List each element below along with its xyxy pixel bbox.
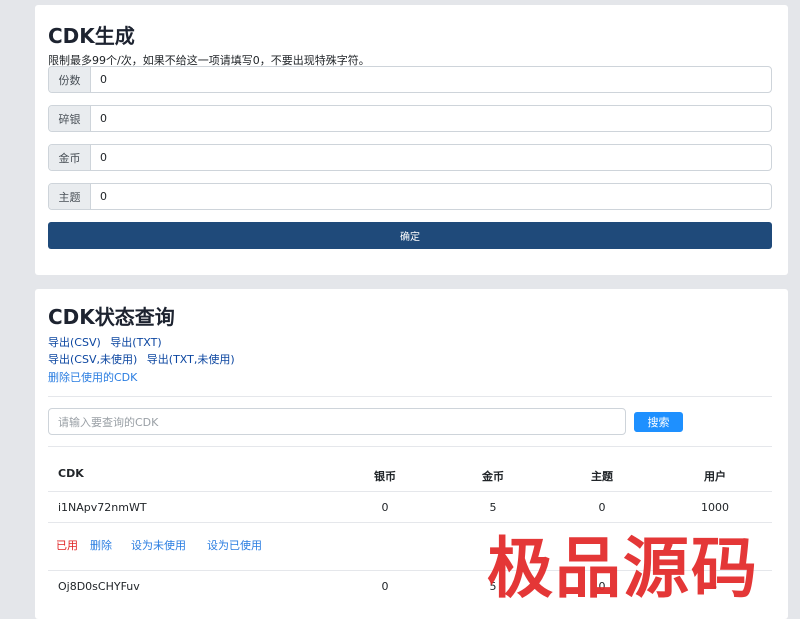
theme-label: 主题 (49, 184, 91, 209)
delete-link[interactable]: 删除 (90, 537, 112, 553)
divider (48, 396, 772, 397)
watermark-text: 极品源码 (487, 530, 759, 607)
column-header-silver: 银币 (374, 470, 396, 483)
silver-field[interactable]: 碎银 0 (48, 105, 772, 132)
column-header-cdk: CDK (58, 467, 84, 480)
cdk-generate-card: CDK生成 限制最多99个/次，如果不给这一项请填写0，不要出现特殊字符。 份数… (35, 5, 788, 275)
column-header-gold: 金币 (482, 470, 504, 483)
cdk-generate-title: CDK生成 (48, 24, 135, 48)
gold-label: 金币 (49, 145, 91, 170)
cdk-search-input[interactable]: 请输入要查询的CDK (48, 408, 626, 435)
silver-input[interactable]: 0 (91, 106, 771, 131)
set-unused-link[interactable]: 设为未使用 (131, 537, 186, 553)
column-header-theme: 主题 (591, 470, 613, 483)
table-cell-silver: 0 (381, 501, 389, 514)
export-txt-unused-link[interactable]: 导出(TXT,未使用) (147, 353, 235, 366)
gold-input[interactable]: 0 (91, 145, 771, 170)
status-used-label: 已用 (56, 539, 78, 552)
export-txt-link[interactable]: 导出(TXT) (110, 336, 161, 349)
silver-label: 碎银 (49, 106, 91, 131)
table-cell-cdk: Oj8D0sCHYFuv (58, 580, 140, 593)
divider (48, 446, 772, 447)
table-divider (48, 491, 772, 492)
table-divider (48, 522, 772, 523)
gold-field[interactable]: 金币 0 (48, 144, 772, 171)
export-csv-link[interactable]: 导出(CSV) (48, 336, 101, 349)
copies-input[interactable]: 0 (91, 67, 771, 92)
table-cell-user: 1000 (701, 501, 729, 514)
table-cell-cdk: i1NApv72nmWT (58, 501, 147, 514)
search-button[interactable]: 搜索 (634, 412, 683, 432)
theme-input[interactable]: 0 (91, 184, 771, 209)
set-used-link[interactable]: 设为已使用 (207, 537, 262, 553)
table-cell-gold: 5 (489, 501, 497, 514)
table-cell-silver: 0 (381, 580, 389, 593)
table-cell-theme: 0 (598, 501, 606, 514)
cdk-query-title: CDK状态查询 (48, 305, 175, 329)
theme-field[interactable]: 主题 0 (48, 183, 772, 210)
column-header-user: 用户 (704, 470, 726, 483)
copies-field[interactable]: 份数 0 (48, 66, 772, 93)
export-row-1: 导出(CSV) 导出(TXT) (48, 334, 162, 350)
confirm-button[interactable]: 确定 (48, 222, 772, 249)
copies-label: 份数 (49, 67, 91, 92)
export-row-2: 导出(CSV,未使用) 导出(TXT,未使用) (48, 351, 235, 367)
export-row-3: 删除已使用的CDK (48, 369, 137, 385)
export-csv-unused-link[interactable]: 导出(CSV,未使用) (48, 353, 137, 366)
delete-used-link[interactable]: 删除已使用的CDK (48, 371, 137, 384)
